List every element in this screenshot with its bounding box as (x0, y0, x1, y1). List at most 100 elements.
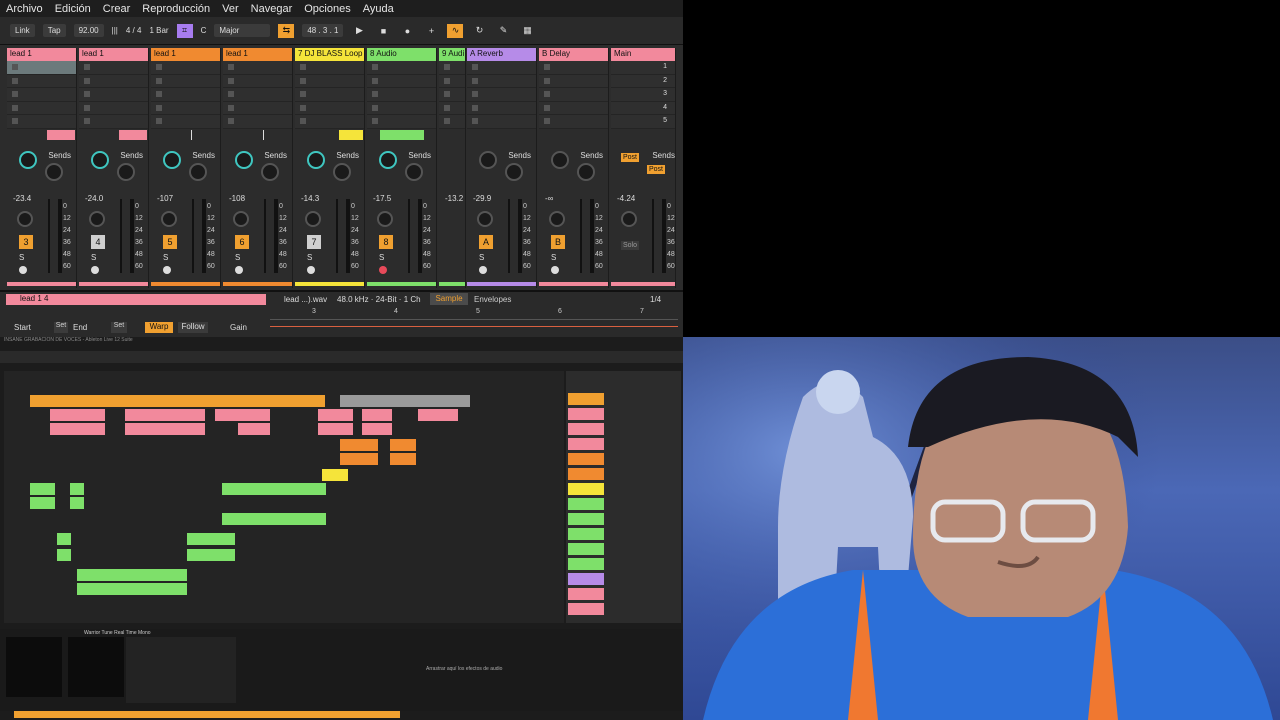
pan-knob[interactable] (377, 211, 393, 227)
tab-sample[interactable]: Sample (430, 293, 468, 305)
track-activator-button[interactable]: 4 (91, 235, 105, 249)
track-header[interactable]: lead 1 (151, 48, 220, 61)
clip-stop-icon[interactable] (472, 104, 478, 111)
menu-item-6[interactable]: Opciones (298, 3, 356, 15)
clip-slot[interactable] (367, 88, 436, 102)
clip-stop-icon[interactable] (156, 91, 162, 97)
scale-mode-icon[interactable]: ⌗ (176, 23, 193, 38)
scale-select[interactable]: Major (214, 24, 271, 37)
track-header[interactable]: lead 1 (7, 48, 76, 61)
arrangement-track-header[interactable] (568, 573, 604, 585)
clip-slot[interactable] (467, 61, 536, 75)
clip-slot[interactable] (223, 88, 292, 102)
arrangement-track-header[interactable] (568, 543, 604, 555)
arrangement-clip[interactable] (222, 483, 326, 495)
clip-stop-icon[interactable] (444, 104, 450, 111)
volume-readout[interactable]: -4.24 (617, 194, 635, 203)
scene-number[interactable]: 5 (663, 117, 667, 124)
scene-number[interactable]: 1 (663, 63, 667, 70)
sample-ruler[interactable]: 3 4 5 6 7 (270, 308, 678, 320)
clip-stop-icon[interactable] (84, 64, 90, 70)
arrangement-clip[interactable] (185, 395, 325, 407)
clip-stop-icon[interactable] (228, 91, 234, 97)
clip-slot[interactable] (367, 74, 436, 88)
clip-slot[interactable] (223, 61, 292, 75)
clip-stop-icon[interactable] (472, 118, 478, 124)
solo-button[interactable]: S (379, 253, 384, 262)
tempo-field[interactable]: 92.00 (73, 24, 104, 37)
arrangement-clip[interactable] (215, 409, 270, 421)
pan-knob[interactable] (305, 211, 321, 227)
send-a-knob[interactable] (379, 151, 397, 169)
clip-stop-icon[interactable] (84, 118, 90, 124)
clip-slot[interactable] (7, 61, 76, 75)
volume-fader[interactable] (336, 199, 338, 273)
send-a-knob[interactable] (479, 151, 497, 169)
clip-slot[interactable]: 5 (611, 115, 675, 129)
clip-slot[interactable] (151, 61, 220, 75)
arrangement-track-header[interactable] (568, 528, 604, 540)
clip-slot[interactable] (539, 88, 608, 102)
quantize-select[interactable]: 1/4 (650, 295, 661, 304)
clip-slot[interactable] (295, 61, 364, 75)
send-b-knob[interactable] (577, 163, 595, 181)
solo-cue-button[interactable]: Solo (621, 241, 640, 250)
clip-stop-icon[interactable] (156, 104, 162, 111)
arrangement-clip[interactable] (362, 423, 392, 435)
clip-slot[interactable] (467, 101, 536, 115)
time-signature[interactable]: 4 / 4 (126, 26, 142, 35)
scene-number[interactable]: 4 (663, 104, 667, 111)
clip-stop-icon[interactable] (156, 77, 162, 84)
arrangement-clip[interactable] (390, 439, 416, 451)
pan-knob[interactable] (621, 211, 637, 227)
arrangement-clip[interactable] (187, 549, 235, 561)
volume-fader[interactable] (580, 199, 582, 273)
clip-stop-icon[interactable] (300, 104, 306, 111)
clip-slot[interactable] (467, 74, 536, 88)
key-select[interactable]: C (201, 26, 207, 35)
clip-slot[interactable] (7, 101, 76, 115)
clip-stop-icon[interactable] (372, 77, 378, 84)
clip-slot[interactable] (439, 61, 465, 75)
volume-fader[interactable] (408, 199, 410, 273)
volume-readout[interactable]: -107 (157, 194, 173, 203)
arrangement-clip[interactable] (187, 533, 235, 545)
track-activator-button[interactable]: B (551, 235, 565, 249)
clip-slot[interactable] (7, 74, 76, 88)
clip-slot[interactable] (7, 115, 76, 129)
device-controls[interactable] (126, 637, 236, 703)
track-header[interactable]: lead 1 (79, 48, 148, 61)
arm-button[interactable] (91, 266, 99, 274)
arrangement-clip[interactable] (318, 423, 353, 435)
arrangement-track-header[interactable] (568, 558, 604, 570)
arrangement-clip[interactable] (390, 453, 416, 465)
arrangement-clip[interactable] (77, 569, 187, 581)
arrangement-track-header[interactable] (568, 453, 604, 465)
automation-arm-icon[interactable]: ∿ (447, 23, 464, 38)
arm-button[interactable] (379, 266, 387, 274)
pan-knob[interactable] (549, 211, 565, 227)
clip-stop-icon[interactable] (228, 77, 234, 84)
clip-stop-icon[interactable] (472, 91, 478, 97)
clip-slot[interactable] (223, 115, 292, 129)
clip-slot[interactable] (539, 115, 608, 129)
quantize-menu[interactable]: 1 Bar (149, 26, 168, 35)
arrangement-track-header[interactable] (568, 603, 604, 615)
clip-stop-icon[interactable] (472, 77, 478, 84)
clip-slot[interactable] (467, 115, 536, 129)
pan-knob[interactable] (161, 211, 177, 227)
clip-block[interactable] (339, 129, 363, 140)
clip-stop-icon[interactable] (544, 64, 550, 70)
arrangement-track-header[interactable] (568, 423, 604, 435)
clip-slot[interactable] (223, 101, 292, 115)
arm-button[interactable] (307, 266, 315, 274)
send-b-knob[interactable] (45, 163, 63, 181)
pan-knob[interactable] (233, 211, 249, 227)
arm-button[interactable] (551, 266, 559, 274)
clip-slot[interactable] (539, 74, 608, 88)
clip-stop-icon[interactable] (84, 104, 90, 111)
scene-number[interactable]: 3 (663, 90, 667, 97)
arrangement-clip[interactable] (340, 453, 378, 465)
send-b-knob[interactable] (405, 163, 423, 181)
set-start-button[interactable]: Set (54, 322, 68, 333)
